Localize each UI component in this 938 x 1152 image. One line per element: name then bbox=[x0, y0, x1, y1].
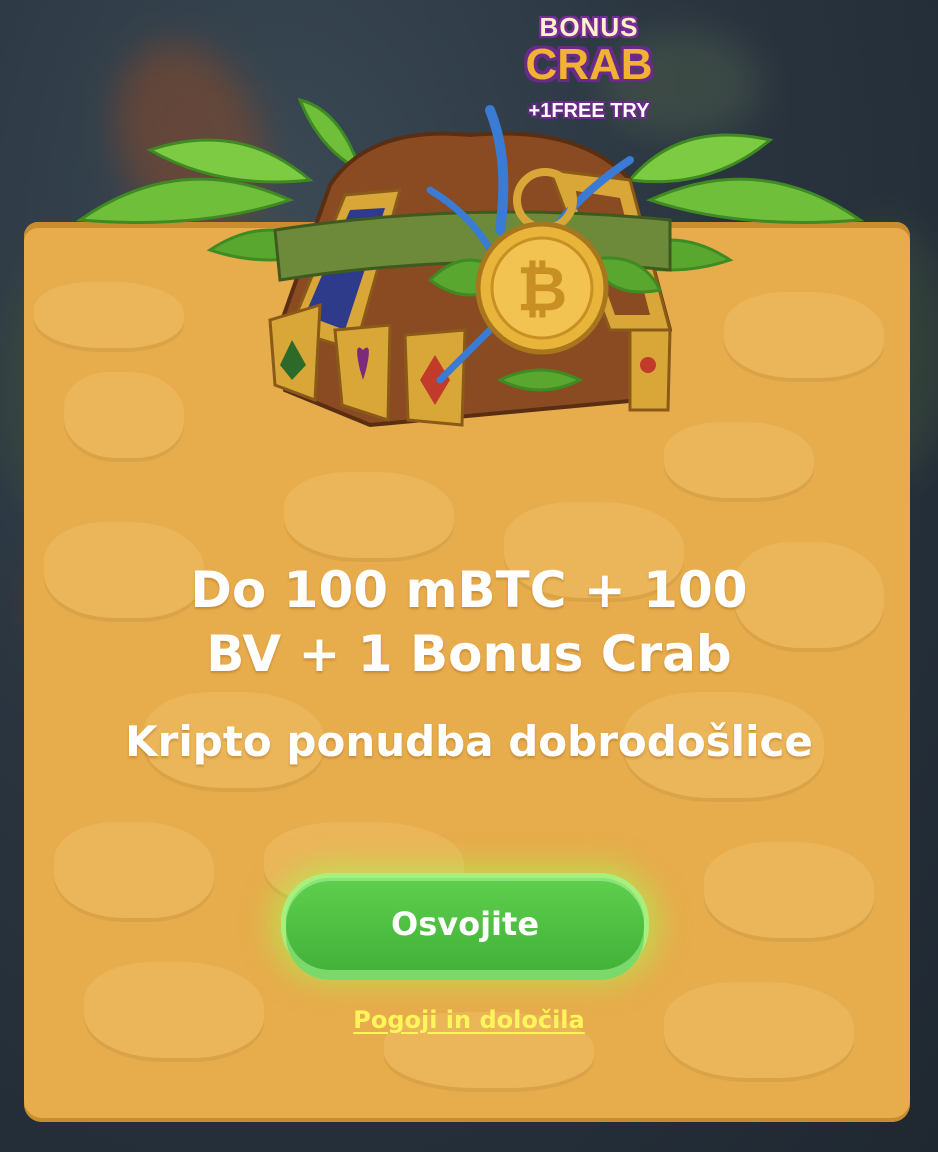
bonus-crab-logo: BONUS CRAB +1FREE TRY bbox=[505, 12, 673, 132]
treasure-chest-icon bbox=[75, 97, 865, 428]
headline-line-1: Do 100 mBTC + 100 bbox=[190, 561, 748, 619]
bitcoin-coin-icon: ₿ bbox=[475, 221, 609, 355]
terms-container: Pogoji in določila bbox=[0, 1006, 938, 1034]
logo-crab-text: CRAB bbox=[525, 40, 653, 89]
claim-button[interactable]: Osvojite bbox=[286, 878, 644, 970]
offer-subtitle: Kripto ponudba dobrodošlice bbox=[125, 717, 813, 766]
headline-line-2: BV + 1 Bonus Crab bbox=[206, 625, 732, 683]
stone-texture bbox=[54, 822, 214, 922]
logo-free-try-text: +1FREE TRY bbox=[528, 100, 650, 122]
stone-texture bbox=[704, 842, 874, 942]
offer-headline: Do 100 mBTC + 100 BV + 1 Bonus Crab bbox=[0, 558, 938, 686]
svg-text:₿: ₿ bbox=[517, 252, 568, 325]
logo-bonus-text: BONUS bbox=[539, 12, 639, 42]
stone-texture bbox=[284, 472, 454, 562]
terms-and-conditions-link[interactable]: Pogoji in določila bbox=[353, 1006, 584, 1034]
treasure-chest-illustration: ₿ bbox=[70, 80, 870, 440]
